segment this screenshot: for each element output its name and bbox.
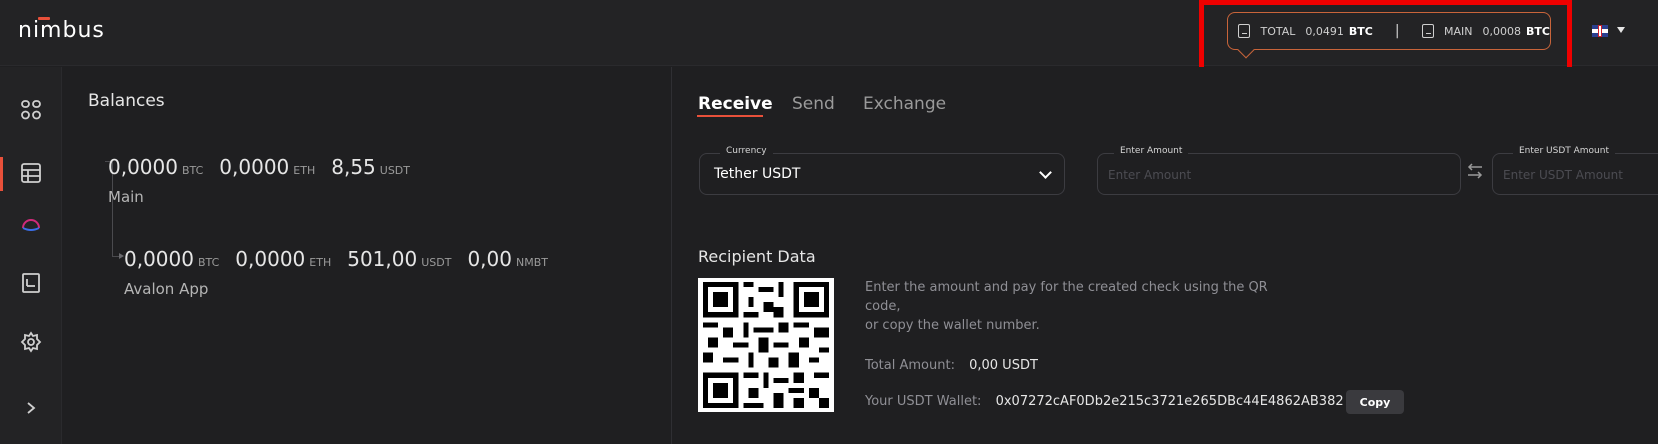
usdt-amount-label: Enter USDT Amount (1513, 146, 1615, 156)
balance-unit: USDT (421, 256, 452, 269)
avalon-balance-row: 0,0000 BTC 0,0000 ETH 501,00 USDT 0,00 N… (124, 247, 564, 271)
swap-icon[interactable] (1466, 162, 1484, 180)
wallet-address[interactable]: 0x07272cAF0Db2e215c3721e265DBc44E4862AB3… (996, 394, 1344, 409)
balance-value: 0,0000 (108, 155, 178, 179)
sidebar-item-settings[interactable] (18, 329, 44, 355)
usdt-amount-placeholder: Enter USDT Amount (1503, 168, 1623, 182)
amount-field[interactable]: Enter Amount Enter Amount (1097, 146, 1461, 195)
balance-value: 0,00 (467, 247, 512, 271)
avalon-account-name[interactable]: Avalon App (124, 280, 208, 298)
currency-select[interactable]: Currency Tether USDT (699, 146, 1065, 195)
sidebar-item-avalon[interactable] (18, 210, 44, 236)
highlight-balance-summary (1199, 0, 1572, 73)
balance-unit: NMBT (515, 256, 548, 269)
amount-label: Enter Amount (1114, 146, 1189, 156)
sidebar-item-dashboard[interactable] (18, 97, 44, 123)
balance-value: 0,0000 (235, 247, 306, 271)
sidebar-item-ledger[interactable] (18, 270, 44, 296)
balances-title: Balances (88, 91, 165, 111)
balance-value: 501,00 (347, 247, 418, 271)
main-account-name[interactable]: Main (108, 188, 144, 206)
balance-unit: USDT (379, 164, 410, 177)
tab-send[interactable]: Send (792, 94, 835, 114)
recipient-title: Recipient Data (698, 247, 816, 266)
gear-icon (20, 331, 42, 353)
sidebar (0, 67, 62, 444)
sidebar-expand[interactable] (18, 395, 44, 421)
ledger-icon (22, 273, 40, 293)
avalon-icon (22, 219, 40, 231)
chevron-right-icon (27, 402, 36, 414)
balance-unit: ETH (293, 164, 316, 177)
copy-button[interactable]: Copy (1346, 390, 1404, 414)
total-amount-row: Total Amount: 0,00 USDT (865, 358, 1038, 373)
logo-accent (38, 17, 50, 20)
balance-value: 0,0000 (124, 247, 194, 271)
wallet-row: Your USDT Wallet: 0x07272cAF0Db2e215c372… (865, 394, 1344, 409)
main-balance-row: 0,0000 BTC 0,0000 ETH 8,55 USDT (108, 155, 426, 179)
chevron-down-icon (1039, 166, 1052, 179)
instructions-line: Enter the amount and pay for the created… (865, 280, 1268, 314)
tab-receive[interactable]: Receive (698, 94, 773, 114)
balance-unit: BTC (181, 164, 204, 177)
uk-flag-icon[interactable] (1592, 25, 1608, 37)
sidebar-item-table[interactable] (18, 160, 44, 186)
balance-unit: ETH (309, 256, 332, 269)
active-indicator (0, 157, 3, 191)
table-icon (21, 163, 41, 183)
logo-text: nimbus (18, 18, 105, 43)
nimbus-logo[interactable]: nimbus (18, 17, 105, 43)
usdt-amount-field[interactable]: Enter USDT Amount Enter USDT Amount (1492, 146, 1658, 195)
currency-value: Tether USDT (714, 166, 801, 182)
instructions-line: or copy the wallet number. (865, 318, 1040, 333)
wallet-label: Your USDT Wallet: (865, 394, 982, 409)
active-tab-underline (697, 115, 763, 117)
balance-unit: BTC (197, 256, 220, 269)
tab-exchange[interactable]: Exchange (863, 94, 946, 114)
qr-code (698, 278, 834, 412)
total-amount-label: Total Amount: (865, 358, 955, 373)
amount-placeholder: Enter Amount (1108, 168, 1192, 182)
caret-down-icon[interactable] (1617, 27, 1625, 33)
dashboard-icon (21, 100, 41, 120)
recipient-instructions: Enter the amount and pay for the created… (865, 278, 1305, 335)
qr-code-image (703, 282, 829, 408)
currency-label: Currency (720, 146, 773, 156)
balance-value: 8,55 (331, 155, 376, 179)
total-amount-value: 0,00 USDT (969, 358, 1038, 373)
balance-value: 0,0000 (219, 155, 290, 179)
